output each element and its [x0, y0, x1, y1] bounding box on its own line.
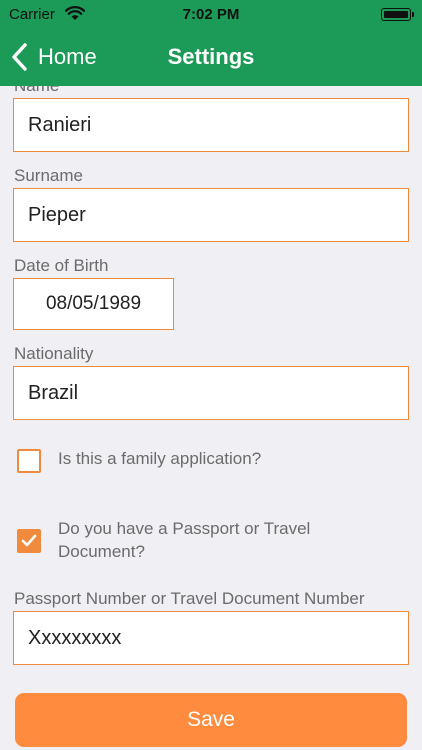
nationality-input[interactable]	[13, 366, 409, 420]
clock: 7:02 PM	[182, 6, 240, 23]
family-application-checkbox[interactable]	[17, 449, 41, 473]
passport-row: Do you have a Passport or Travel Documen…	[17, 517, 388, 563]
checkmark-icon	[21, 534, 37, 547]
dob-input[interactable]	[13, 278, 174, 330]
passport-number-label: Passport Number or Travel Document Numbe…	[14, 589, 365, 608]
save-button[interactable]: Save	[15, 693, 407, 747]
page-title: Settings	[167, 44, 255, 69]
passport-number-input[interactable]	[13, 611, 409, 665]
passport-checkbox[interactable]	[17, 529, 41, 553]
status-bar: Carrier 7:02 PM	[0, 0, 422, 30]
surname-label: Surname	[14, 166, 83, 185]
family-application-label: Is this a family application?	[58, 449, 262, 468]
name-input[interactable]	[13, 98, 409, 152]
nationality-label: Nationality	[14, 344, 94, 363]
family-application-row: Is this a family application?	[17, 449, 388, 473]
navigation-bar-content: Home Settings	[0, 30, 422, 86]
surname-input[interactable]	[13, 188, 409, 242]
dob-label: Date of Birth	[14, 256, 109, 275]
passport-label: Do you have a Passport or Travel Documen…	[58, 519, 311, 561]
battery-icon	[381, 8, 414, 21]
